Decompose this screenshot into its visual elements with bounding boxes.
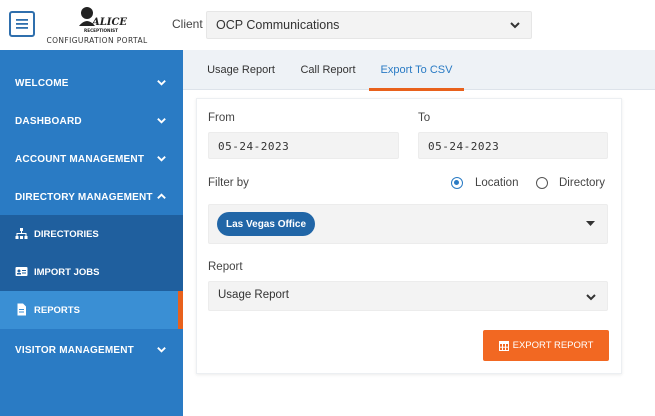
sidebar-subitem-import-jobs[interactable]: IMPORT JOBS — [0, 253, 183, 291]
tab-label: Call Report — [300, 64, 356, 76]
sidebar-item-label: DIRECTORY MANAGEMENT — [15, 191, 153, 203]
filter-by-label: Filter by — [208, 177, 249, 189]
chevron-down-icon — [586, 221, 595, 226]
hamburger-icon — [16, 19, 28, 29]
sidebar-item-visitor-management[interactable]: VISITOR MANAGEMENT — [0, 331, 183, 369]
export-report-button[interactable]: EXPORT REPORT — [483, 330, 609, 361]
to-date-input[interactable]: 05-24-2023 — [418, 132, 608, 159]
sidebar-subitem-label: DIRECTORIES — [34, 228, 99, 240]
report-tabs: Usage Report Call Report Export To CSV — [183, 50, 655, 91]
radio-directory-label[interactable]: Directory — [559, 177, 605, 189]
alice-logo: ALICE RECEPTIONIST CONFIGURATION PORTAL — [44, 4, 150, 48]
from-label: From — [208, 112, 235, 124]
sidebar-subitem-directories[interactable]: DIRECTORIES — [0, 215, 183, 253]
sidebar-item-welcome[interactable]: WELCOME — [0, 64, 183, 102]
sidebar-subitem-reports[interactable]: REPORTS — [0, 291, 183, 329]
radio-location[interactable] — [451, 177, 463, 189]
sidebar-item-label: ACCOUNT MANAGEMENT — [15, 153, 145, 165]
svg-text:RECEPTIONIST: RECEPTIONIST — [84, 28, 118, 33]
top-bar: ALICE RECEPTIONIST CONFIGURATION PORTAL … — [0, 0, 655, 50]
client-label: Client — [172, 17, 203, 31]
tab-usage-report[interactable]: Usage Report — [201, 50, 281, 90]
chevron-down-icon — [586, 294, 596, 301]
to-label: To — [418, 112, 431, 124]
id-card-icon — [15, 267, 28, 276]
chip-label: Las Vegas Office — [226, 218, 307, 230]
radio-directory[interactable] — [536, 177, 548, 189]
sidebar-item-directory-management[interactable]: DIRECTORY MANAGEMENT — [0, 178, 183, 216]
radio-location-label[interactable]: Location — [475, 177, 518, 189]
chevron-up-icon — [157, 193, 166, 199]
export-report-label: EXPORT REPORT — [512, 340, 594, 351]
report-select[interactable]: Usage Report — [208, 281, 608, 311]
client-select-value: OCP Communications — [216, 18, 340, 32]
sidebar-subitem-label: IMPORT JOBS — [34, 266, 100, 278]
logo-subtitle: CONFIGURATION PORTAL — [46, 36, 148, 45]
report-label: Report — [208, 261, 243, 273]
file-icon — [17, 303, 26, 316]
chevron-down-icon — [157, 118, 166, 124]
tab-export-to-csv[interactable]: Export To CSV — [369, 50, 464, 91]
sitemap-icon — [15, 228, 28, 239]
sidebar-item-dashboard[interactable]: DASHBOARD — [0, 102, 183, 140]
chevron-down-icon — [157, 156, 166, 162]
tab-label: Usage Report — [207, 64, 275, 76]
table-icon — [498, 340, 509, 351]
tab-call-report[interactable]: Call Report — [295, 50, 361, 90]
svg-text:ALICE: ALICE — [91, 17, 127, 28]
tab-label: Export To CSV — [380, 64, 453, 76]
hamburger-menu-button[interactable] — [9, 11, 35, 37]
sidebar-item-account-management[interactable]: ACCOUNT MANAGEMENT — [0, 140, 183, 178]
alice-logo-mark: ALICE RECEPTIONIST — [79, 7, 127, 33]
chevron-down-icon — [157, 80, 166, 86]
sidebar-item-label: DASHBOARD — [15, 115, 82, 127]
to-date-value: 05-24-2023 — [428, 140, 500, 153]
from-date-input[interactable]: 05-24-2023 — [208, 132, 399, 159]
sidebar-item-label: VISITOR MANAGEMENT — [15, 344, 134, 356]
sidebar-subitem-label: REPORTS — [34, 304, 80, 316]
chevron-down-icon — [157, 347, 166, 353]
sidebar-item-label: WELCOME — [15, 77, 69, 89]
selected-location-chip[interactable]: Las Vegas Office — [217, 212, 316, 236]
sidebar: WELCOME DASHBOARD ACCOUNT MANAGEMENT DIR… — [0, 50, 183, 416]
client-select[interactable]: OCP Communications — [206, 11, 532, 39]
report-select-value: Usage Report — [218, 289, 289, 301]
chevron-down-icon — [510, 22, 520, 29]
from-date-value: 05-24-2023 — [218, 140, 290, 153]
